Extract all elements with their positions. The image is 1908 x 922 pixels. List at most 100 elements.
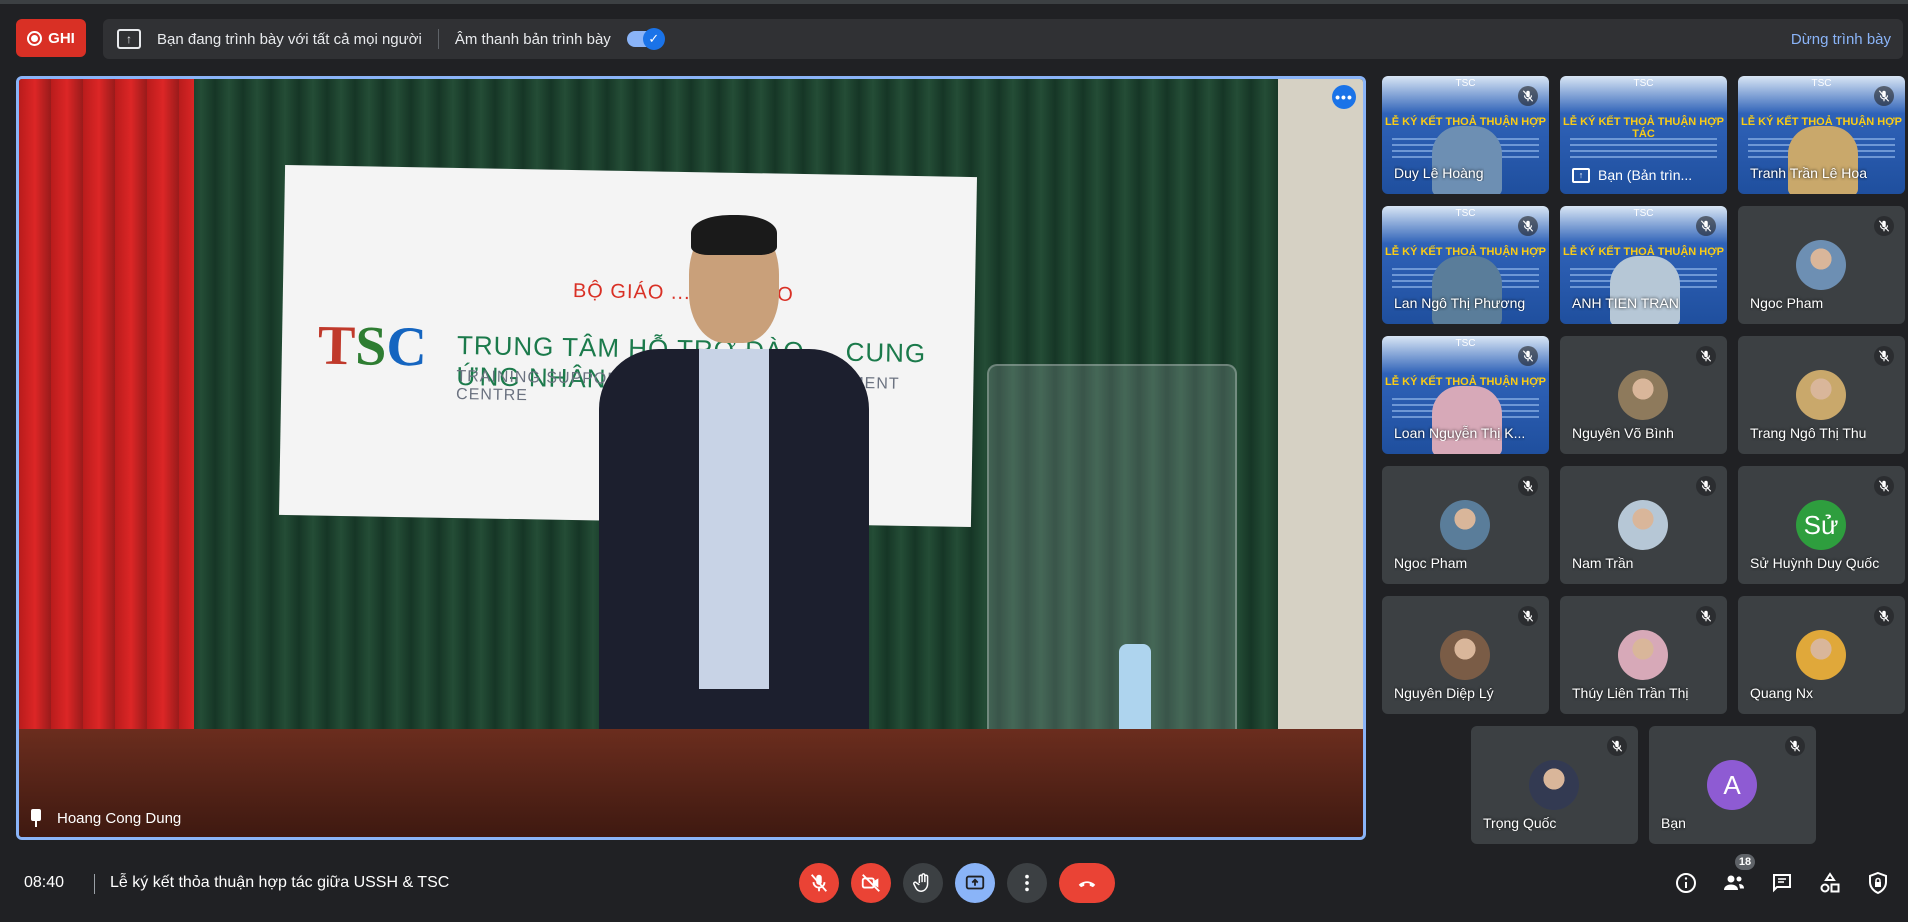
participant-tile[interactable]: Quang Nx (1738, 596, 1905, 714)
participant-camera (1432, 126, 1502, 194)
mic-off-icon (1874, 346, 1894, 366)
info-icon (1676, 873, 1696, 893)
participant-tile[interactable]: Nguyên Võ Bình (1560, 336, 1727, 454)
participant-tile[interactable]: TSCLỄ KÝ KẾT THOẢ THUẬN HỢP TÁCLan Ngô T… (1382, 206, 1549, 324)
mic-off-icon (1518, 216, 1538, 236)
participant-tile[interactable]: A Bạn (1649, 726, 1816, 844)
raise-hand-button[interactable] (903, 863, 943, 903)
participant-camera (1432, 256, 1502, 324)
chat-icon (1773, 874, 1791, 893)
participant-tile[interactable]: Trọng Quốc (1471, 726, 1638, 844)
mic-off-icon (1696, 216, 1716, 236)
mic-off-icon (1874, 216, 1894, 236)
participant-name: Ngoc Pham (1394, 555, 1468, 571)
participant-tile[interactable]: Nguyên Diệp Lý (1382, 596, 1549, 714)
avatar (1618, 500, 1668, 550)
participant-count-badge: 18 (1735, 854, 1755, 870)
pin-icon[interactable] (29, 809, 43, 827)
mic-off-button[interactable] (799, 863, 839, 903)
participant-name: Nam Trần (1572, 555, 1634, 571)
flag-curtain (19, 79, 194, 769)
host-controls-button[interactable] (1864, 869, 1892, 897)
presenting-text: Bạn đang trình bày với tất cả mọi người (157, 30, 422, 48)
participant-name: Sử Huỳnh Duy Quốc (1750, 555, 1880, 571)
stop-presenting-button[interactable]: Dừng trình bày (1791, 31, 1891, 48)
presentation-audio-label: Âm thanh bản trình bày (454, 30, 611, 48)
bottom-toolbar: 08:40 Lễ ký kết thỏa thuận hợp tác giữa … (0, 852, 1908, 922)
tsc-logo: TSC (317, 314, 428, 379)
participant-name: Ngoc Pham (1750, 295, 1824, 311)
participant-tile[interactable]: TSCLỄ KÝ KẾT THOẢ THUẬN HỢP TÁCANH TIEN … (1560, 206, 1727, 324)
mic-off-icon (1518, 86, 1538, 106)
participant-tile[interactable]: TSCLỄ KÝ KẾT THOẢ THUẬN HỢP TÁCLoan Nguy… (1382, 336, 1549, 454)
more-options-icon[interactable]: ••• (1332, 85, 1356, 109)
participant-tile[interactable]: Nam Trần (1560, 466, 1727, 584)
meeting-clock: 08:40 (24, 874, 65, 891)
divider (94, 874, 95, 894)
mic-off-icon (1607, 736, 1627, 756)
participant-tile[interactable]: TSCLỄ KÝ KẾT THOẢ THUẬN HỢP TÁCDuy Lê Ho… (1382, 76, 1549, 194)
participant-name: Bạn (Bản trìn... (1598, 167, 1693, 183)
participant-name: Quang Nx (1750, 685, 1814, 701)
present-now-button[interactable] (955, 863, 995, 903)
avatar (1618, 630, 1668, 680)
mic-off-icon (1518, 346, 1538, 366)
record-label: GHI (48, 29, 75, 47)
present-screen-icon: ↑ (117, 29, 141, 49)
presentation-label: ↑ Bạn (Bản trìn... (1572, 167, 1692, 183)
present-screen-icon: ↑ (1572, 167, 1590, 183)
present-screen-icon (965, 875, 985, 890)
avatar (1796, 240, 1846, 290)
avatar (1796, 370, 1846, 420)
main-video-feed[interactable]: BỘ GIÁO ... ĐÀO TẠO TSC TRUNG TÂM HỖ TRỢ… (16, 76, 1366, 840)
presentation-audio-toggle[interactable]: ✓ (626, 28, 665, 50)
activities-icon (1820, 872, 1840, 893)
participant-tile[interactable]: Thúy Liên Trần Thị (1560, 596, 1727, 714)
leave-call-button[interactable] (1059, 863, 1115, 903)
participant-name: Thúy Liên Trần Thị (1572, 685, 1689, 701)
participant-tile[interactable]: Sử Sử Huỳnh Duy Quốc (1738, 466, 1905, 584)
slide-title: LỄ KÝ KẾT THOẢ THUẬN HỢP TÁC (1563, 116, 1724, 140)
people-button[interactable] (1720, 869, 1748, 897)
participant-camera (1788, 126, 1858, 194)
activities-button[interactable] (1816, 869, 1844, 897)
participant-name: Tranh Trần Lê Hoa (1750, 165, 1867, 181)
mic-off-icon (1696, 346, 1716, 366)
participant-tile[interactable]: Ngoc Pham (1738, 206, 1905, 324)
participant-name: Nguyên Võ Bình (1572, 425, 1674, 441)
slide-text-lines (1570, 138, 1717, 160)
participant-name: ANH TIEN TRAN (1572, 295, 1679, 311)
shield-lock-icon (1869, 871, 1887, 895)
participant-tile[interactable]: TSCLỄ KÝ KẾT THOẢ THUẬN HỢP TÁCTranh Trầ… (1738, 76, 1905, 194)
speaker-name: Hoang Cong Dung (57, 809, 182, 827)
hand-icon (913, 873, 929, 892)
wall (1278, 79, 1363, 837)
chat-button[interactable] (1768, 869, 1796, 897)
avatar: Sử (1796, 500, 1846, 550)
camera-off-button[interactable] (851, 863, 891, 903)
participant-tile[interactable]: TSC LỄ KÝ KẾT THOẢ THUẬN HỢP TÁC ↑ Bạn (Bản… (1560, 76, 1727, 194)
participant-tile[interactable]: Ngoc Pham (1382, 466, 1549, 584)
hang-up-icon (1078, 881, 1096, 888)
mic-off-icon (1696, 476, 1716, 496)
meeting-details-button[interactable] (1672, 869, 1700, 897)
recording-indicator[interactable]: GHI (16, 19, 86, 57)
speaker-name-label: Hoang Cong Dung (29, 809, 181, 827)
glass-shield (987, 364, 1237, 764)
participant-name: Bạn (1661, 815, 1686, 831)
mic-off-icon (1874, 476, 1894, 496)
participant-name: Duy Lê Hoàng (1394, 165, 1484, 181)
slide-header: TSC (1633, 78, 1654, 89)
avatar: A (1707, 760, 1757, 810)
mic-off-icon (1785, 736, 1805, 756)
mic-off-icon (810, 874, 828, 892)
mic-off-icon (1518, 476, 1538, 496)
avatar (1618, 370, 1668, 420)
desk (19, 729, 1363, 837)
participant-camera (1432, 386, 1502, 454)
participant-tile[interactable]: Trang Ngô Thị Thu (1738, 336, 1905, 454)
more-vert-icon (1025, 874, 1029, 892)
more-options-button[interactable] (1007, 863, 1047, 903)
mic-off-icon (1874, 606, 1894, 626)
mic-off-icon (1518, 606, 1538, 626)
